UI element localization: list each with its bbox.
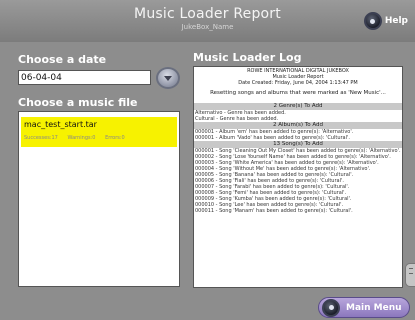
choose-date-heading: Choose a date — [18, 53, 107, 66]
date-field[interactable]: 06-04-04 — [18, 70, 151, 85]
jukebox-name: JukeBox_Name — [181, 23, 234, 31]
help-button[interactable]: Help — [363, 10, 408, 32]
help-icon — [363, 12, 382, 30]
scroll-handle[interactable] — [405, 263, 415, 287]
main-menu-button[interactable]: Main Menu — [318, 297, 410, 318]
warnings-count: Warnings:0 — [67, 135, 96, 141]
music-loader-log[interactable]: ROWE INTERNATIONAL DIGITAL JUKEBOX Music… — [193, 66, 403, 288]
log-heading: Music Loader Log — [193, 51, 302, 64]
log-reset-line: Resetting songs and albums that were mar… — [210, 90, 386, 96]
page-title: Music Loader Report — [134, 6, 281, 22]
successes-count: Successes:17 — [24, 135, 58, 141]
date-dropdown-button[interactable] — [156, 67, 180, 89]
title-bar: Music Loader Report JukeBox_Name Help — [0, 0, 415, 42]
choose-file-heading: Choose a music file — [18, 96, 138, 109]
main-menu-icon — [322, 298, 340, 317]
log-section-title: 2 Genre(s) To Add — [194, 103, 402, 110]
log-line: 000011 - Song 'Manam' has been added to … — [195, 208, 353, 214]
help-label: Help — [384, 16, 408, 26]
errors-count: Errors:0 — [105, 135, 125, 141]
file-name: mac_test_start.tar — [24, 120, 97, 129]
log-section-title: 2 Album(s) To Add — [194, 122, 402, 129]
music-loader-screen: Music Loader Report JukeBox_Name Help Ch… — [0, 0, 415, 320]
file-stats: Successes:17 Warnings:0 Errors:0 — [24, 135, 133, 141]
music-file-list: mac_test_start.tar Successes:17 Warnings… — [18, 111, 180, 287]
main-menu-label: Main Menu — [346, 302, 402, 313]
chevron-down-icon — [164, 75, 172, 81]
list-item[interactable]: mac_test_start.tar Successes:17 Warnings… — [21, 117, 177, 147]
log-section-title: 13 Song(s) To Add — [194, 141, 402, 148]
